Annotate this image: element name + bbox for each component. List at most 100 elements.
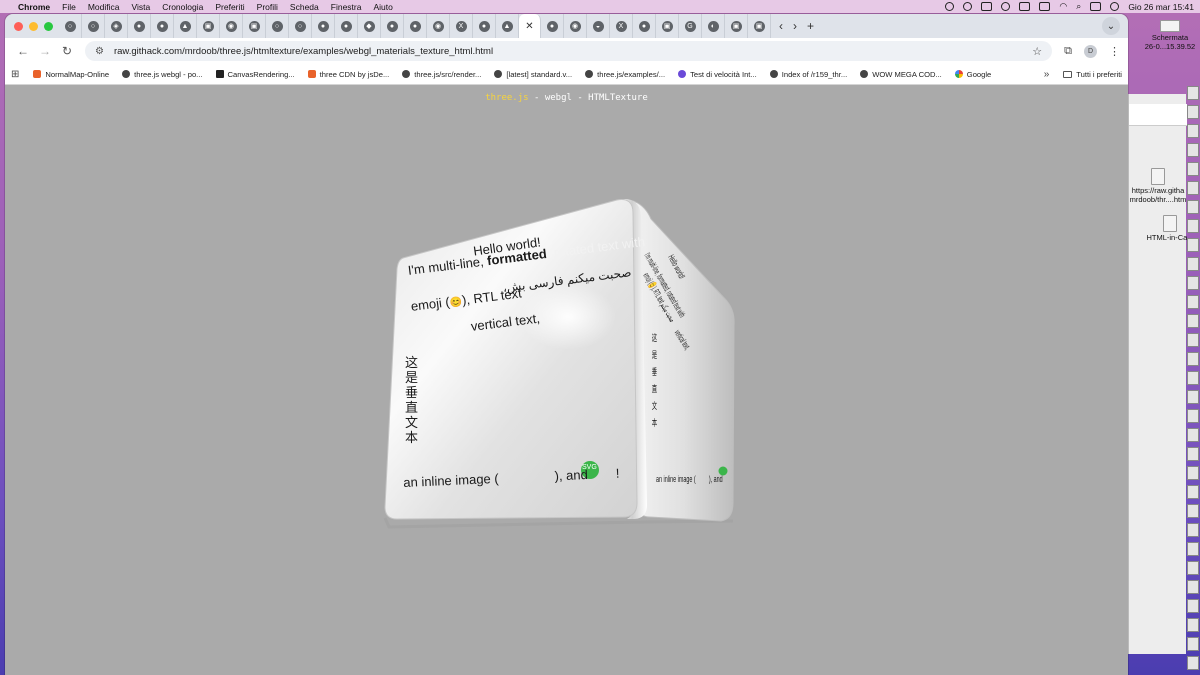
desktop-thumb[interactable] xyxy=(1187,561,1199,575)
desktop-thumb[interactable] xyxy=(1187,295,1199,309)
desktop-thumb[interactable] xyxy=(1187,447,1199,461)
desktop-thumb[interactable] xyxy=(1187,257,1199,271)
desktop-screenshot-file[interactable]: Schermata 26-0...15.39.52 xyxy=(1142,20,1198,51)
menu-aiuto[interactable]: Aiuto xyxy=(373,2,392,12)
tab[interactable]: ◉ xyxy=(564,14,587,38)
tab[interactable]: ▣ xyxy=(656,14,679,38)
minimize-window-button[interactable] xyxy=(29,21,38,31)
menu-preferiti[interactable]: Preferiti xyxy=(215,2,244,12)
tab[interactable]: ◉ xyxy=(427,14,450,38)
tab[interactable]: ◈ xyxy=(105,14,128,38)
desktop-thumb[interactable] xyxy=(1187,86,1199,100)
extensions-icon[interactable]: ⧉ xyxy=(1064,45,1072,58)
desktop-thumb[interactable] xyxy=(1187,618,1199,632)
menu-cronologia[interactable]: Cronologia xyxy=(162,2,203,12)
menubar-clock[interactable]: Gio 26 mar 15:41 xyxy=(1128,2,1194,12)
menu-modifica[interactable]: Modifica xyxy=(88,2,120,12)
desktop-thumb[interactable] xyxy=(1187,143,1199,157)
menu-profili[interactable]: Profili xyxy=(257,2,278,12)
html-texture-cube[interactable] xyxy=(5,85,1128,675)
tab[interactable]: ● xyxy=(151,14,174,38)
address-bar[interactable]: ⚙ raw.githack.com/mrdoob/three.js/htmlte… xyxy=(85,41,1053,61)
tab[interactable]: ● xyxy=(335,14,358,38)
tab[interactable]: ● xyxy=(312,14,335,38)
desktop-thumb[interactable] xyxy=(1187,105,1199,119)
desktop-thumb[interactable] xyxy=(1187,124,1199,138)
tab[interactable]: ▣ xyxy=(725,14,748,38)
tab[interactable]: ◐ xyxy=(702,14,725,38)
desktop-thumb[interactable] xyxy=(1187,542,1199,556)
desktop-thumb[interactable] xyxy=(1187,428,1199,442)
user-icon[interactable] xyxy=(1001,2,1011,11)
tab[interactable]: ○ xyxy=(289,14,312,38)
tab[interactable]: ▲ xyxy=(174,14,197,38)
menu-finestra[interactable]: Finestra xyxy=(331,2,362,12)
tab[interactable]: ● xyxy=(633,14,656,38)
desktop-thumb[interactable] xyxy=(1187,219,1199,233)
desktop-thumb[interactable] xyxy=(1187,637,1199,651)
close-window-button[interactable] xyxy=(14,21,23,31)
bookmark-index-r159[interactable]: Index of /r159_thr... xyxy=(769,70,847,79)
chrome-menu-icon[interactable]: ⋮ xyxy=(1109,45,1120,58)
tab[interactable]: ● xyxy=(404,14,427,38)
bookmarks-overflow-icon[interactable]: » xyxy=(1044,69,1050,80)
desktop-thumb[interactable] xyxy=(1187,162,1199,176)
tab[interactable]: X xyxy=(450,14,473,38)
all-bookmarks-folder[interactable]: Tutti i preferiti xyxy=(1063,70,1122,79)
display-icon[interactable] xyxy=(981,2,993,11)
desktop-thumb[interactable] xyxy=(1187,276,1199,290)
tab-search-button[interactable]: ⌄ xyxy=(1102,17,1120,35)
menu-vista[interactable]: Vista xyxy=(131,2,150,12)
desktop-thumb[interactable] xyxy=(1187,485,1199,499)
webgl-canvas[interactable]: three.js - webgl - HTMLTexture Hello wor… xyxy=(5,85,1128,675)
tab[interactable]: ○ xyxy=(266,14,289,38)
bookmark-latest-standard[interactable]: [latest] standard.v... xyxy=(494,70,572,79)
tab[interactable]: ● xyxy=(128,14,151,38)
bookmark-normalmap[interactable]: NormalMap-Online xyxy=(33,70,109,79)
desktop-thumb[interactable] xyxy=(1187,238,1199,252)
bookmark-star-icon[interactable]: ☆ xyxy=(1032,45,1042,58)
app-menu-chrome[interactable]: Chrome xyxy=(18,2,50,12)
status-icon[interactable] xyxy=(945,2,955,11)
siri-icon[interactable] xyxy=(1110,2,1120,11)
tab[interactable]: ● xyxy=(473,14,496,38)
tab[interactable]: G xyxy=(679,14,702,38)
desktop-thumb[interactable] xyxy=(1187,390,1199,404)
desktop-thumb[interactable] xyxy=(1187,504,1199,518)
tab-scroll-right-icon[interactable]: › xyxy=(793,19,797,33)
desktop-thumb[interactable] xyxy=(1187,466,1199,480)
tab-scroll-left-icon[interactable]: ‹ xyxy=(779,19,783,33)
desktop-thumb[interactable] xyxy=(1187,580,1199,594)
desktop-thumb[interactable] xyxy=(1187,523,1199,537)
control-center-icon[interactable] xyxy=(1090,2,1102,11)
site-info-icon[interactable]: ⚙ xyxy=(95,46,104,57)
apps-grid-icon[interactable]: ⊞ xyxy=(11,69,19,80)
tab[interactable]: ○ xyxy=(59,14,82,38)
tab[interactable]: ● xyxy=(381,14,404,38)
bookmark-google[interactable]: Google xyxy=(954,70,991,79)
new-tab-button[interactable]: + xyxy=(807,19,814,33)
desktop-webloc-file[interactable]: https://raw.githa mrdoob/thr....htm xyxy=(1129,168,1187,204)
tab[interactable]: ○ xyxy=(82,14,105,38)
wifi-icon[interactable]: ◠ xyxy=(1059,1,1067,12)
menu-file[interactable]: File xyxy=(62,2,76,12)
forward-button[interactable]: → xyxy=(35,44,55,58)
bookmark-three-cdn[interactable]: three CDN by jsDe... xyxy=(307,70,389,79)
reload-button[interactable]: ↻ xyxy=(57,44,77,58)
tab[interactable]: ◆ xyxy=(358,14,381,38)
bookmark-speedtest[interactable]: Test di velocità Int... xyxy=(678,70,757,79)
bookmark-threejs-examples[interactable]: three.js/examples/... xyxy=(585,70,665,79)
tab[interactable]: ◉ xyxy=(220,14,243,38)
tab-active[interactable]: ✕ xyxy=(519,14,541,38)
profile-avatar[interactable]: D xyxy=(1084,44,1097,58)
desktop-thumb[interactable] xyxy=(1187,314,1199,328)
desktop-thumb[interactable] xyxy=(1187,200,1199,214)
battery-icon[interactable] xyxy=(1039,2,1051,11)
url-text[interactable]: raw.githack.com/mrdoob/three.js/htmltext… xyxy=(114,46,493,57)
desktop-thumb[interactable] xyxy=(1187,656,1199,670)
close-tab-icon[interactable]: ✕ xyxy=(525,21,533,32)
tab[interactable]: ◒ xyxy=(587,14,610,38)
menu-scheda[interactable]: Scheda xyxy=(290,2,319,12)
desktop-thumb[interactable] xyxy=(1187,181,1199,195)
desktop-thumb[interactable] xyxy=(1187,599,1199,613)
